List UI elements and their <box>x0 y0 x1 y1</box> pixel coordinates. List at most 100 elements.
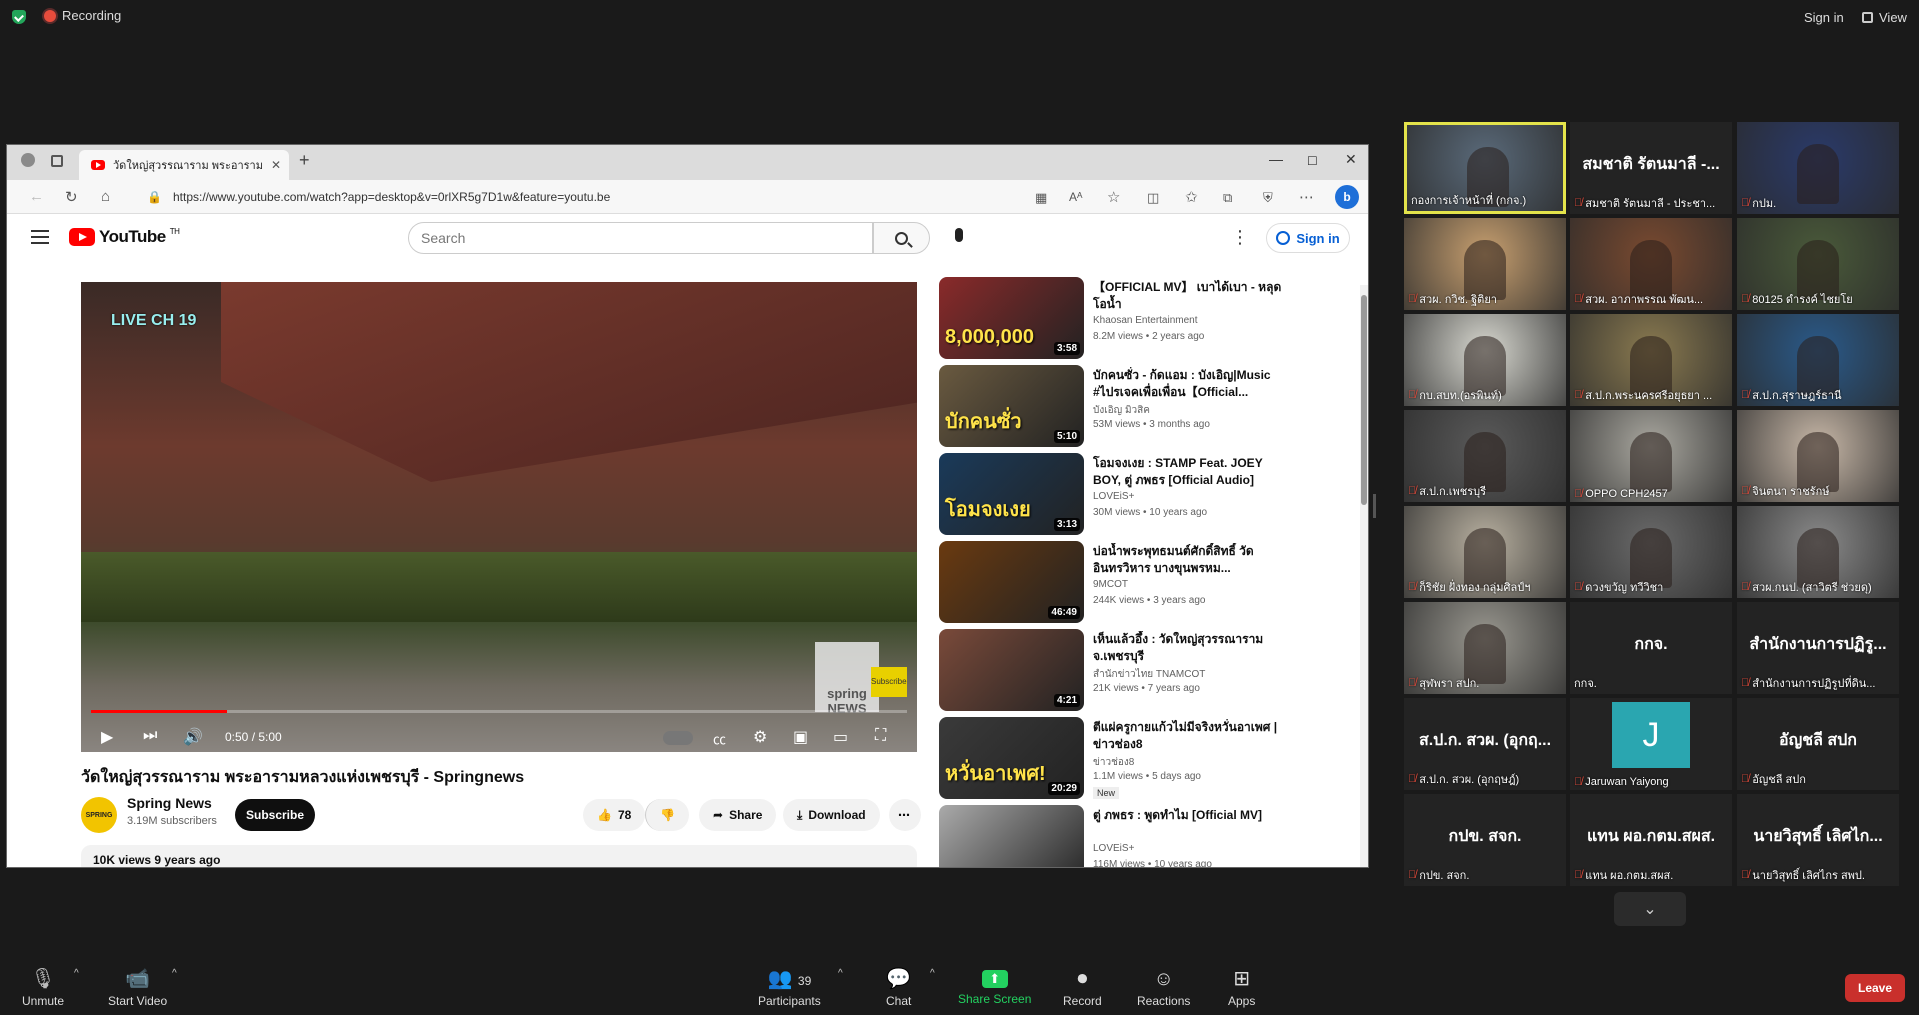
participant-tile[interactable]: กปข. สจก. 🎙̸ กปข. สจก. <box>1404 794 1566 886</box>
related-video-title[interactable]: ตู่ ภพธร : พูดทำไม [Official MV] <box>1093 807 1293 824</box>
miniplayer-icon[interactable]: ▣ <box>793 727 808 747</box>
participant-tile[interactable]: กกจ. กกจ. <box>1570 602 1732 694</box>
participant-tile[interactable]: 🎙̸ ดวงขวัญ ทวีวิชา <box>1570 506 1732 598</box>
participant-tile[interactable]: สำนักงานการปฏิรู... 🎙̸ สำนักงานการปฏิรูปที… <box>1737 602 1899 694</box>
browser-menu-icon[interactable]: ⋯ <box>1299 188 1314 206</box>
zoom-sign-in-link[interactable]: Sign in <box>1804 10 1844 25</box>
recording-indicator[interactable]: Recording <box>44 8 121 23</box>
theater-mode-icon[interactable]: ▭ <box>833 727 848 747</box>
related-channel-name[interactable]: LOVEiS+ <box>1093 843 1134 854</box>
minimize-icon[interactable]: — <box>1269 151 1283 167</box>
favorite-star-icon[interactable]: ☆ <box>1107 188 1120 206</box>
related-video-title[interactable]: บักคนซั่ว - ก้ดแอม : บังเอิญ|Music #ไปรเ… <box>1093 367 1293 401</box>
participant-tile[interactable]: 🎙̸ ส.ป.ก.เพชรบุรี <box>1404 410 1566 502</box>
dislike-button[interactable]: 👎 <box>645 799 689 831</box>
search-button[interactable] <box>873 222 930 254</box>
fullscreen-icon[interactable]: ⛶ <box>875 727 886 745</box>
related-video-title[interactable]: 【OFFICIAL MV】 เบาได้เบา - หลุด โอน้ำ <box>1093 279 1293 313</box>
related-channel-name[interactable]: บังเอิญ มิวสิค <box>1093 403 1150 418</box>
browser-tab-youtube[interactable]: วัดใหญ่สุวรรณาราม พระอารามหลวงแห่งเพชรบุ… <box>79 150 289 180</box>
scrollbar-thumb[interactable] <box>1361 295 1367 505</box>
tab-actions-icon[interactable] <box>51 155 63 167</box>
participant-tile[interactable]: 🎙̸ สวผ.กนป. (สาวิตรี ช่วยดุ) <box>1737 506 1899 598</box>
share-button[interactable]: ➦ Share <box>699 799 777 831</box>
more-actions-button[interactable]: ⋯ <box>889 799 921 831</box>
profile-icon[interactable] <box>21 153 35 167</box>
video-options-caret-icon[interactable]: ^ <box>172 968 177 979</box>
start-video-button[interactable]: 📹 Start Video <box>108 968 167 1008</box>
collections-icon[interactable]: ⧉ <box>1223 190 1232 206</box>
related-video-item[interactable]: ตู่ ภพธร : พูดทำไม [Official MV] LOVEiS+… <box>939 805 1299 867</box>
participant-tile[interactable]: J 🎙̸ Jaruwan Yaiyong <box>1570 698 1732 790</box>
video-thumbnail[interactable] <box>939 805 1084 867</box>
video-thumbnail[interactable]: 46:49 <box>939 541 1084 623</box>
autoplay-toggle[interactable] <box>663 731 693 745</box>
lock-icon[interactable]: 🔒 <box>147 190 162 204</box>
share-screen-button[interactable]: ⬆ Share Screen <box>958 968 1031 1006</box>
refresh-icon[interactable]: ↻ <box>65 188 78 206</box>
participant-tile[interactable]: 🎙̸ สวผ. อาภาพรรณ พัฒน... <box>1570 218 1732 310</box>
related-video-item[interactable]: โอมจงเงย 3:13 โอมจงเงย : STAMP Feat. JOE… <box>939 453 1299 535</box>
related-video-title[interactable]: ตีแผ่ครูกายแก้วไม่มีจริงหวั่นอาเพศ | ข่า… <box>1093 719 1293 753</box>
chat-caret-icon[interactable]: ^ <box>930 968 935 979</box>
like-button[interactable]: 👍 78 <box>583 799 645 831</box>
subscribe-button[interactable]: Subscribe <box>235 799 315 831</box>
youtube-sign-in-button[interactable]: Sign in <box>1266 223 1350 253</box>
captions-icon[interactable]: ㏄ <box>713 729 726 748</box>
participants-caret-icon[interactable]: ^ <box>838 968 843 979</box>
participant-tile[interactable]: สมชาติ รัตนมาลี -... 🎙̸ สมชาติ รัตนมาลี - … <box>1570 122 1732 214</box>
participant-tile[interactable]: กองการเจ้าหน้าที่ (กกจ.) <box>1404 122 1566 214</box>
related-channel-name[interactable]: 9MCOT <box>1093 579 1128 590</box>
related-video-title[interactable]: โอมจงเงย : STAMP Feat. JOEY BOY, ตู่ ภพธ… <box>1093 455 1293 489</box>
panel-resize-handle[interactable] <box>1373 494 1376 518</box>
view-button[interactable]: View <box>1862 10 1907 25</box>
related-channel-name[interactable]: สำนักข่าวไทย TNAMCOT <box>1093 667 1205 682</box>
participant-tile[interactable]: ส.ป.ก. สวผ. (อุกฤ... 🎙̸ ส.ป.ก. สวผ. (อุกฤษ… <box>1404 698 1566 790</box>
play-icon[interactable]: ▶ <box>101 727 113 747</box>
related-video-title[interactable]: บ่อน้ำพระพุทธมนต์ศักดิ์สิทธิ์ วัดอินทรวิ… <box>1093 543 1293 577</box>
extensions-icon[interactable]: ⛨ <box>1263 190 1273 206</box>
video-thumbnail[interactable]: 8,000,000 3:58 <box>939 277 1084 359</box>
participant-tile[interactable]: นายวิสุทธิ์ เลิศไก... 🎙̸ นายวิสุทธิ์ เลิศไ… <box>1737 794 1899 886</box>
split-screen-icon[interactable]: ◫ <box>1147 190 1159 206</box>
volume-icon[interactable]: 🔊 <box>183 727 203 747</box>
related-channel-name[interactable]: Khaosan Entertainment <box>1093 315 1198 326</box>
video-thumbnail[interactable]: บักคนซั่ว 5:10 <box>939 365 1084 447</box>
video-thumbnail[interactable]: 4:21 <box>939 629 1084 711</box>
related-channel-name[interactable]: LOVEiS+ <box>1093 491 1134 502</box>
new-tab-icon[interactable]: + <box>299 150 310 171</box>
participant-tile[interactable]: 🎙̸ กบ.สบท.(อรพินท์) <box>1404 314 1566 406</box>
video-thumbnail[interactable]: หวั่นอาเพศ! 20:29 <box>939 717 1084 799</box>
subscribe-watermark[interactable]: Subscribe <box>871 667 907 697</box>
participant-tile[interactable]: 🎙̸ ส.ป.ก.สุราษฎร์ธานี <box>1737 314 1899 406</box>
audio-options-caret-icon[interactable]: ^ <box>74 968 79 979</box>
participant-tile[interactable]: 🎙̸ ก็ริชัย ฝั่งทอง กลุ่มศิลป์ฯ <box>1404 506 1566 598</box>
video-thumbnail[interactable]: โอมจงเงย 3:13 <box>939 453 1084 535</box>
unmute-button[interactable]: 🎙 Unmute <box>22 968 64 1008</box>
maximize-icon[interactable]: ☐ <box>1307 154 1318 168</box>
settings-gear-icon[interactable]: ⚙ <box>753 727 767 747</box>
description-box[interactable]: 10K views 9 years ago <box>81 845 917 867</box>
voice-search-icon[interactable] <box>955 228 963 242</box>
bing-icon[interactable]: b <box>1335 185 1359 209</box>
related-video-item[interactable]: 4:21 เห็นแล้วอึ้ง : วัดใหญ่สุวรรณาราม จ.… <box>939 629 1299 711</box>
participant-tile[interactable]: 🎙̸ OPPO CPH2457 <box>1570 410 1732 502</box>
channel-avatar[interactable]: SPRING <box>81 797 117 833</box>
next-page-chevron-down-icon[interactable]: ⌄ <box>1614 892 1686 926</box>
back-icon[interactable]: ← <box>29 188 44 205</box>
record-button[interactable]: ⏺ Record <box>1063 968 1102 1008</box>
participant-tile[interactable]: 🎙̸ กปม. <box>1737 122 1899 214</box>
video-player[interactable]: LIVE CH 19 spring NEWS Subscribe ▶ ⏭ 🔊 0… <box>81 282 917 752</box>
page-scrollbar[interactable] <box>1360 285 1368 867</box>
related-video-item[interactable]: 8,000,000 3:58 【OFFICIAL MV】 เบาได้เบา -… <box>939 277 1299 359</box>
security-shield-icon[interactable] <box>12 10 26 24</box>
related-video-title[interactable]: เห็นแล้วอึ้ง : วัดใหญ่สุวรรณาราม จ.เพชรบ… <box>1093 631 1293 665</box>
menu-hamburger-icon[interactable] <box>31 230 49 244</box>
progress-bar[interactable] <box>91 710 907 713</box>
related-video-item[interactable]: บักคนซั่ว 5:10 บักคนซั่ว - ก้ดแอม : บังเ… <box>939 365 1299 447</box>
participant-tile[interactable]: อัญชลี สปก 🎙̸ อัญชลี สปก <box>1737 698 1899 790</box>
youtube-logo[interactable]: YouTube TH <box>69 227 180 247</box>
related-video-item[interactable]: 46:49 บ่อน้ำพระพุทธมนต์ศักดิ์สิทธิ์ วัดอ… <box>939 541 1299 623</box>
participant-tile[interactable]: 🎙̸ ส.ป.ก.พระนครศรีอยุธยา ... <box>1570 314 1732 406</box>
tab-close-icon[interactable]: ✕ <box>271 158 281 172</box>
